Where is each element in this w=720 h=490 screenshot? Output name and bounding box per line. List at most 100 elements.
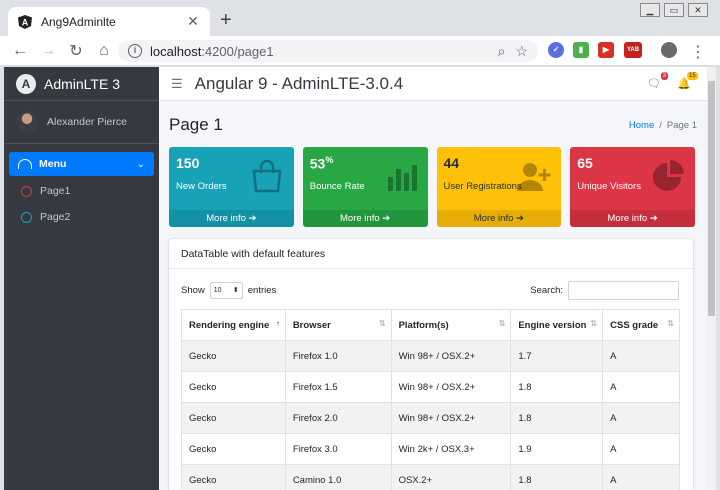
column-header-css-grade[interactable]: CSS grade ⇅ xyxy=(602,309,680,341)
url-path: :4200/page1 xyxy=(201,43,274,59)
hamburger-menu-icon[interactable]: ☰ xyxy=(171,76,183,92)
reload-icon[interactable]: ↻ xyxy=(62,41,90,61)
entries-select[interactable]: 10 ⬍ xyxy=(209,281,243,299)
profile-avatar-icon[interactable] xyxy=(661,42,677,58)
browser-menu-icon[interactable]: ⋮ xyxy=(684,42,712,62)
sort-icon: ⇅ xyxy=(498,319,506,328)
more-info-link[interactable]: More info ➔ xyxy=(570,210,695,227)
extension-bookmark-icon[interactable]: ▮ xyxy=(573,42,589,58)
small-boxes-row: 150 New Orders More info ➔ 53% Bounce Ra… xyxy=(169,147,695,227)
box-value: 44 xyxy=(443,155,460,171)
close-window-button[interactable]: ✕ xyxy=(688,3,708,17)
more-info-link[interactable]: More info ➔ xyxy=(302,210,428,227)
sidebar-item-label: Page2 xyxy=(40,211,71,223)
arrow-circle-right-icon: ➔ xyxy=(649,213,658,224)
breadcrumb-home-link[interactable]: Home xyxy=(629,120,654,131)
card-title: DataTable with default features xyxy=(169,239,693,269)
circle-icon xyxy=(21,211,32,223)
sidebar-nav: Menu ⌄ Page1 Page2 xyxy=(4,144,159,230)
browser-tab[interactable]: A Ang9Adminlte ✕ xyxy=(8,7,210,36)
table-cell: Win 98+ / OSX.2+ xyxy=(390,371,512,403)
entries-select-value: 10 xyxy=(213,286,222,294)
messages-badge: 3 xyxy=(660,72,668,80)
more-info-link[interactable]: More info ➔ xyxy=(169,210,294,227)
table-cell: Gecko xyxy=(181,371,286,403)
scrollbar-thumb[interactable] xyxy=(708,81,715,316)
page-scrollbar[interactable] xyxy=(707,67,716,490)
zoom-search-icon[interactable]: ⌕ xyxy=(498,43,506,60)
search-label: Search: xyxy=(530,284,563,296)
table-row: Gecko Firefox 1.0 Win 98+ / OSX.2+ 1.7 A xyxy=(181,340,680,372)
table-cell: A xyxy=(602,340,680,372)
box-value-suffix: % xyxy=(325,155,334,165)
new-tab-button[interactable]: + xyxy=(220,10,232,30)
table-row: Gecko Firefox 3.0 Win 2k+ / OSX.3+ 1.9 A xyxy=(181,433,680,465)
back-icon[interactable]: ← xyxy=(6,42,34,60)
angular-favicon-icon: A xyxy=(18,14,32,29)
box-label: User Registrations xyxy=(443,181,522,192)
browser-tabbar: A Ang9Adminlte ✕ + ▁ ▭ ✕ xyxy=(0,0,720,36)
table-row: Gecko Firefox 1.5 Win 98+ / OSX.2+ 1.8 A xyxy=(181,371,680,403)
sidebar-item-page2[interactable]: Page2 xyxy=(9,204,154,230)
maximize-button[interactable]: ▭ xyxy=(664,3,684,17)
table-cell: Gecko xyxy=(181,402,286,434)
column-header-engine-version[interactable]: Engine version ⇅ xyxy=(510,309,604,341)
box-value: 65 xyxy=(577,155,593,171)
column-header-label: Browser xyxy=(292,319,331,331)
search-input[interactable] xyxy=(568,280,679,300)
table-row: Gecko Firefox 2.0 Win 98+ / OSX.2+ 1.8 A xyxy=(181,402,680,434)
more-info-link[interactable]: More info ➔ xyxy=(436,210,562,227)
table-cell: Win 2k+ / OSX.3+ xyxy=(390,433,512,465)
brand-link[interactable]: A AdminLTE 3 xyxy=(4,67,159,101)
small-box-user-registrations: 44 User Registrations More info ➔ xyxy=(436,147,562,227)
box-label: Unique Visitors xyxy=(577,181,641,192)
box-value: 150 xyxy=(176,155,200,171)
small-box-bounce-rate: 53% Bounce Rate More info ➔ xyxy=(302,147,428,227)
url-host: localhost xyxy=(150,43,202,59)
table-header-row: Rendering engine ↑ Browser ⇅ Platform(s) ⇅ … xyxy=(181,309,680,341)
table-cell: OSX.2+ xyxy=(390,464,512,490)
home-icon[interactable]: ⌂ xyxy=(90,42,118,60)
extension-check-icon[interactable]: ✓ xyxy=(548,42,564,58)
address-bar[interactable]: i localhost:4200/page1 ⌕ ☆ xyxy=(118,40,538,62)
show-label: Show xyxy=(181,284,205,296)
sidebar-item-menu[interactable]: Menu ⌄ xyxy=(9,152,154,176)
table-cell: A xyxy=(602,464,680,490)
search-wrapper: Search: xyxy=(530,280,679,300)
url-text[interactable]: localhost:4200/page1 xyxy=(150,44,488,59)
extension-yab-icon[interactable]: YAB xyxy=(624,42,642,58)
notifications-badge: 15 xyxy=(687,72,698,80)
bookmark-star-icon[interactable]: ☆ xyxy=(515,43,528,60)
tab-close-icon[interactable]: ✕ xyxy=(186,13,200,30)
sort-icon: ⇅ xyxy=(667,319,674,328)
box-label: New Orders xyxy=(176,181,227,192)
table-cell: Firefox 2.0 xyxy=(284,402,392,434)
table-cell: 1.9 xyxy=(510,433,604,465)
column-header-platforms[interactable]: Platform(s) ⇅ xyxy=(390,309,512,341)
sidebar-item-page1[interactable]: Page1 xyxy=(9,178,154,204)
browser-toolbar: ← → ↻ ⌂ i localhost:4200/page1 ⌕ ☆ ✓ ▮ ▶… xyxy=(0,36,720,66)
breadcrumb-separator: / xyxy=(659,119,662,131)
user-panel[interactable]: Alexander Pierce xyxy=(4,101,159,144)
forward-icon[interactable]: → xyxy=(34,42,62,60)
notifications-bell-icon[interactable]: 🔔 15 xyxy=(677,72,698,90)
column-header-browser[interactable]: Browser ⇅ xyxy=(284,309,392,341)
messages-icon[interactable]: 🗨 3 xyxy=(647,72,668,90)
app-title: Angular 9 - AdminLTE-3.0.4 xyxy=(194,73,404,93)
extension-media-icon[interactable]: ▶ xyxy=(598,42,614,58)
minimize-button[interactable]: ▁ xyxy=(640,3,660,17)
sort-asc-icon: ↑ xyxy=(275,319,280,328)
arrow-circle-right-icon: ➔ xyxy=(248,213,257,224)
user-name[interactable]: Alexander Pierce xyxy=(47,116,127,128)
window-controls: ▁ ▭ ✕ xyxy=(640,3,708,17)
data-table: Rendering engine ↑ Browser ⇅ Platform(s) ⇅ … xyxy=(181,309,680,490)
sidebar-item-label: Menu xyxy=(39,158,67,170)
column-header-label: CSS grade xyxy=(610,319,659,331)
site-info-icon[interactable]: i xyxy=(128,44,142,58)
sidebar-item-label: Page1 xyxy=(40,185,71,197)
page-viewport: A AdminLTE 3 Alexander Pierce Menu ⌄ Pag… xyxy=(4,67,716,490)
table-cell: Gecko xyxy=(181,340,286,372)
brand-text: AdminLTE 3 xyxy=(44,75,120,92)
datatable-card: DataTable with default features Show 10 ⬍… xyxy=(169,239,693,490)
column-header-rendering-engine[interactable]: Rendering engine ↑ xyxy=(181,309,286,341)
